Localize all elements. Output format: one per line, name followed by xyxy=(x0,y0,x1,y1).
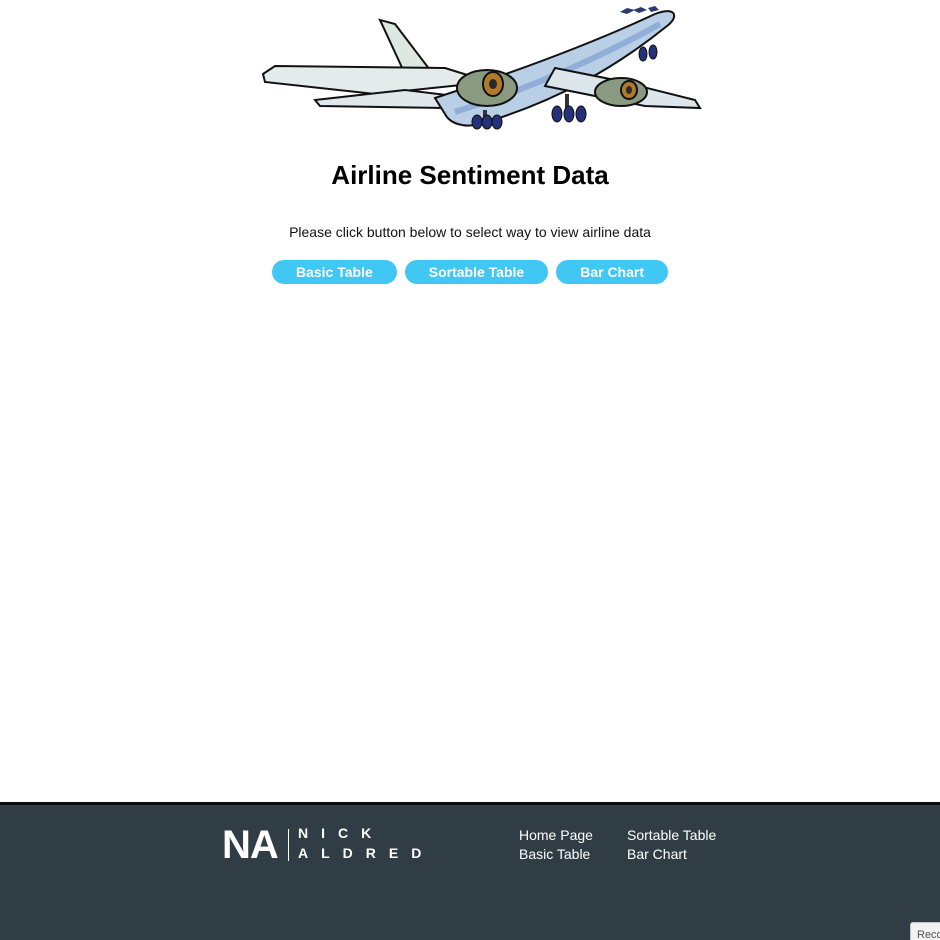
view-button-group: Basic Table Sortable Table Bar Chart xyxy=(0,260,940,284)
recaptcha-badge[interactable]: Reco xyxy=(910,922,940,940)
site-footer: NA NICK ALDRED Home Page Sortable Table … xyxy=(0,802,940,940)
logo-divider xyxy=(288,829,289,861)
page: Airline Sentiment Data Please click butt… xyxy=(0,0,940,940)
bar-chart-button[interactable]: Bar Chart xyxy=(556,260,668,284)
logo-first-name: NICK xyxy=(298,825,385,841)
logo-initials: NA xyxy=(222,823,279,867)
page-subtitle: Please click button below to select way … xyxy=(289,224,651,240)
logo-last-name: ALDRED xyxy=(298,845,435,861)
footer-logo[interactable]: NA NICK ALDRED xyxy=(222,825,432,865)
footer-link-bar-chart[interactable]: Bar Chart xyxy=(627,846,687,862)
airplane-icon xyxy=(261,6,702,130)
footer-link-home-page[interactable]: Home Page xyxy=(519,827,593,843)
basic-table-button[interactable]: Basic Table xyxy=(271,260,397,284)
footer-link-sortable-table[interactable]: Sortable Table xyxy=(627,827,716,843)
footer-link-basic-table[interactable]: Basic Table xyxy=(519,846,590,862)
sortable-table-button[interactable]: Sortable Table xyxy=(404,260,549,284)
page-title: Airline Sentiment Data xyxy=(331,160,609,190)
hero-banner xyxy=(0,0,940,140)
